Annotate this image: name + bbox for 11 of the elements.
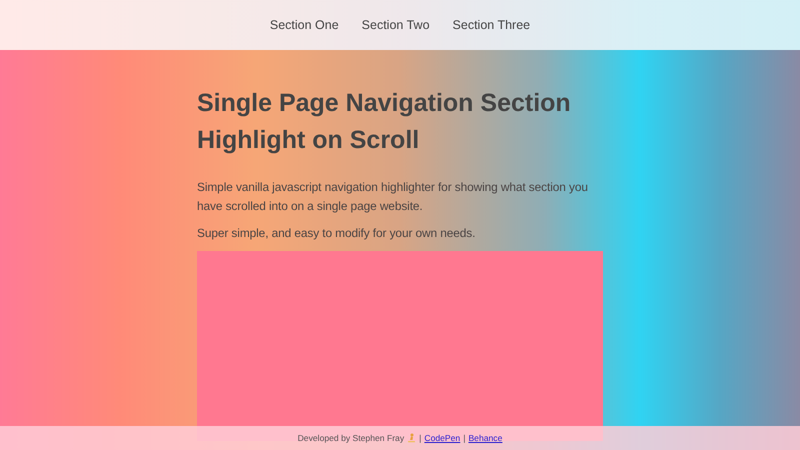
page-title: Single Page Navigation Section Highlight on Scroll	[197, 88, 572, 156]
description-text: Simple vanilla javascript navigation highlighter for showing what section you have scrolled into on a single page website.	[197, 179, 589, 215]
description-text: Super simple, and easy to modify for your own needs.	[197, 225, 476, 242]
separator-text: |	[419, 433, 422, 443]
separator-text: |	[463, 433, 466, 443]
credit-text: Developed by Stephen Fray	[298, 433, 404, 443]
nav-link[interactable]: Section One	[258, 14, 350, 36]
footer-link[interactable]: CodePen	[424, 433, 460, 443]
nav-link[interactable]: Section Three	[441, 14, 542, 36]
footer-link[interactable]: Behance	[468, 433, 502, 443]
nav-link[interactable]: Section Two	[350, 14, 442, 36]
